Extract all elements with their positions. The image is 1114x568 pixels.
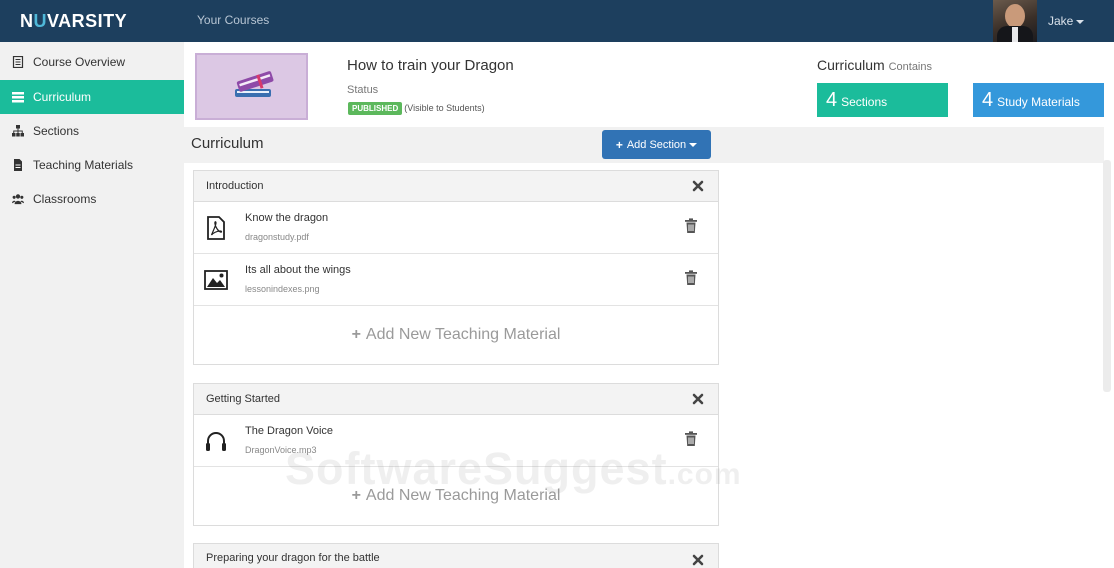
section-title: Preparing your dragon for the battle [206,552,380,564]
material-name: The Dragon Voice [245,425,334,437]
sidebar-item-sections[interactable]: Sections [0,114,184,148]
sidebar-item-label: Curriculum [33,90,92,104]
material-name: Its all about the wings [245,264,351,276]
material-name: Know the dragon [245,212,329,224]
trash-icon[interactable] [684,218,698,234]
user-name: Jake [1048,14,1074,28]
materials-count-label: Study Materials [997,95,1080,109]
curriculum-heading: Curriculum [191,135,264,152]
pdf-icon [207,216,225,240]
trash-icon[interactable] [684,270,698,286]
section-header: Getting Started [194,384,718,415]
sidebar-item-label: Classrooms [33,192,97,206]
chevron-down-icon [1076,19,1085,24]
user-menu[interactable]: Jake [1048,14,1085,28]
study-materials-count-box[interactable]: 4 Study Materials [973,83,1104,117]
plus-icon: + [351,326,361,343]
section-title: Getting Started [206,393,280,405]
status-badge: PUBLISHED [348,102,403,115]
add-teaching-material-button[interactable]: + Add New Teaching Material [194,306,718,364]
status-note: (Visible to Students) [404,103,485,113]
curriculum-summary-heading: Curriculum Contains [817,57,932,73]
section-title: Introduction [206,180,264,192]
users-icon [12,193,24,205]
user-avatar[interactable] [993,0,1037,42]
watermark: SoftwareSuggest.com [285,443,742,494]
section-panel: Preparing your dragon for the battle [193,543,719,568]
materials-count: 4 [982,88,994,111]
headphones-icon [206,432,226,451]
sidebar-item-classrooms[interactable]: Classrooms [0,182,184,216]
course-title: How to train your Dragon [347,57,514,74]
material-row[interactable]: Its all about the wings lessonindexes.pn… [194,254,718,306]
sitemap-icon [12,125,24,137]
sections-count: 4 [826,88,838,111]
sidebar-item-curriculum[interactable]: Curriculum [0,80,184,114]
books-icon [235,71,274,97]
status-label: Status [347,84,379,96]
book-icon [12,56,24,68]
image-icon [204,270,228,290]
list-icon [12,91,24,103]
sidebar-item-label: Teaching Materials [33,158,134,172]
sidebar: Course Overview Curriculum Sections Teac… [0,42,184,568]
section-header: Preparing your dragon for the battle [194,544,718,568]
material-filename: lessonindexes.png [245,284,320,294]
sidebar-item-label: Course Overview [33,55,126,69]
sidebar-item-label: Sections [33,124,80,138]
app-logo[interactable]: NUVARSITY [20,11,127,32]
material-filename: dragonstudy.pdf [245,232,309,242]
material-row[interactable]: Know the dragon dragonstudy.pdf [194,202,718,254]
nav-your-courses-link[interactable]: Your Courses [197,13,269,27]
section-panel: Introduction Know the dragon dragonstudy… [193,170,719,365]
sections-count-label: Sections [841,95,888,109]
close-icon[interactable] [691,179,705,193]
status-line: PUBLISHED (Visible to Students) [348,102,485,115]
scrollbar[interactable] [1103,160,1111,392]
add-section-button[interactable]: + Add Section [602,130,711,159]
chevron-down-icon [689,142,698,147]
top-navbar: NUVARSITY Your Courses Jake [0,0,1114,42]
close-icon[interactable] [691,553,705,567]
plus-icon: + [615,137,623,152]
close-icon[interactable] [691,392,705,406]
sidebar-item-course-overview[interactable]: Course Overview [0,45,184,79]
course-thumbnail [195,53,308,120]
document-icon [12,159,24,171]
sections-count-box[interactable]: 4 Sections [817,83,948,117]
sidebar-item-teaching-materials[interactable]: Teaching Materials [0,148,184,182]
section-header: Introduction [194,171,718,202]
